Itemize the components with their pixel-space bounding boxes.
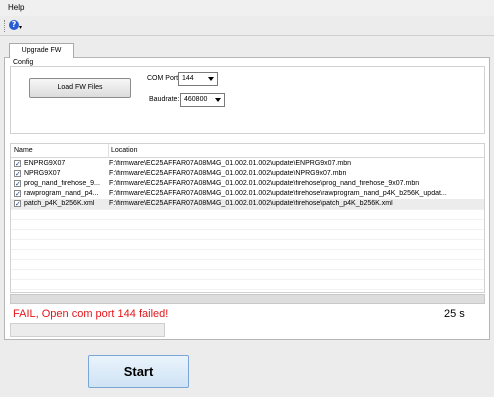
status-message: FAIL, Open com port 144 failed! <box>13 308 169 320</box>
dropdown-arrow-icon <box>208 77 214 81</box>
list-row[interactable]: ✓ rawprogram_nand_p4... F:\firmware\EC25AF… <box>11 189 484 199</box>
list-gridline <box>11 249 484 250</box>
baudrate-value: 460800 <box>184 96 208 103</box>
column-header-location[interactable]: Location <box>111 147 137 154</box>
row-location: F:\firmware\EC25AFFAR07A08M4G_01.002.01.… <box>109 200 393 207</box>
list-header: Name Location <box>11 144 484 158</box>
row-name: ENPRG9X07 <box>24 160 66 167</box>
list-gridline <box>11 219 484 220</box>
list-row[interactable]: ✓ NPRG9X07 F:\firmware\EC25AFFAR07A08M4G_0… <box>11 169 484 179</box>
list-body: ✓ ENPRG9X07 F:\firmware\EC25AFFAR07A08M4G_… <box>11 159 484 292</box>
chevron-down-icon: ▾ <box>19 25 23 31</box>
column-divider[interactable] <box>108 144 109 158</box>
list-row[interactable]: ✓ ENPRG9X07 F:\firmware\EC25AFFAR07A08M4G_… <box>11 159 484 169</box>
com-port-value: 144 <box>182 75 194 82</box>
elapsed-time: 25 s <box>444 308 465 320</box>
row-checkbox[interactable]: ✓ <box>14 170 21 178</box>
list-gridline <box>11 239 484 240</box>
row-checkbox[interactable]: ✓ <box>14 200 21 208</box>
toolbar-grip[interactable] <box>4 20 6 32</box>
list-gridline <box>11 229 484 230</box>
dropdown-arrow-icon <box>215 98 221 102</box>
baudrate-select[interactable]: 460800 <box>180 93 225 107</box>
row-name: prog_nand_firehose_9... <box>24 180 100 187</box>
list-gridline <box>11 279 484 280</box>
menu-help[interactable]: Help <box>8 3 24 12</box>
com-port-select[interactable]: 144 <box>178 72 218 86</box>
com-port-label: COM Port: <box>147 75 181 82</box>
list-gridline <box>11 269 484 270</box>
row-location: F:\firmware\EC25AFFAR07A08M4G_01.002.01.… <box>109 170 347 177</box>
column-header-name[interactable]: Name <box>14 147 33 154</box>
row-checkbox[interactable]: ✓ <box>14 180 21 188</box>
baudrate-label: Baudrate: <box>149 96 180 103</box>
list-row[interactable]: ✓ patch_p4K_b256K.xml F:\firmware\EC25AFFA… <box>11 199 484 209</box>
config-group-title: Config <box>13 59 34 66</box>
tab-upgrade-fw[interactable]: Upgrade FW <box>9 43 74 58</box>
row-location: F:\firmware\EC25AFFAR07A08M4G_01.002.01.… <box>109 190 447 197</box>
menu-bar <box>0 0 494 16</box>
row-name: patch_p4K_b256K.xml <box>24 200 95 207</box>
help-toolbar-button[interactable]: ? ▾ <box>9 20 24 34</box>
secondary-status-bar <box>10 323 165 337</box>
start-button[interactable]: Start <box>88 355 189 388</box>
file-list[interactable]: Name Location ✓ ENPRG9X07 F:\firmware\EC25… <box>10 143 485 293</box>
row-name: NPRG9X07 <box>24 170 61 177</box>
row-location: F:\firmware\EC25AFFAR07A08M4G_01.002.01.… <box>109 180 420 187</box>
list-gridline <box>11 289 484 290</box>
config-group <box>10 66 485 134</box>
load-fw-files-button[interactable]: Load FW Files <box>29 78 131 98</box>
list-gridline <box>11 209 484 210</box>
list-gridline <box>11 259 484 260</box>
row-checkbox[interactable]: ✓ <box>14 160 21 168</box>
progress-bar <box>10 294 485 304</box>
list-row[interactable]: ✓ prog_nand_firehose_9... F:\firmware\EC25… <box>11 179 484 189</box>
row-name: rawprogram_nand_p4... <box>24 190 99 197</box>
row-checkbox[interactable]: ✓ <box>14 190 21 198</box>
toolbar <box>0 16 494 36</box>
help-icon: ? <box>9 20 19 30</box>
row-location: F:\firmware\EC25AFFAR07A08M4G_01.002.01.… <box>109 160 352 167</box>
